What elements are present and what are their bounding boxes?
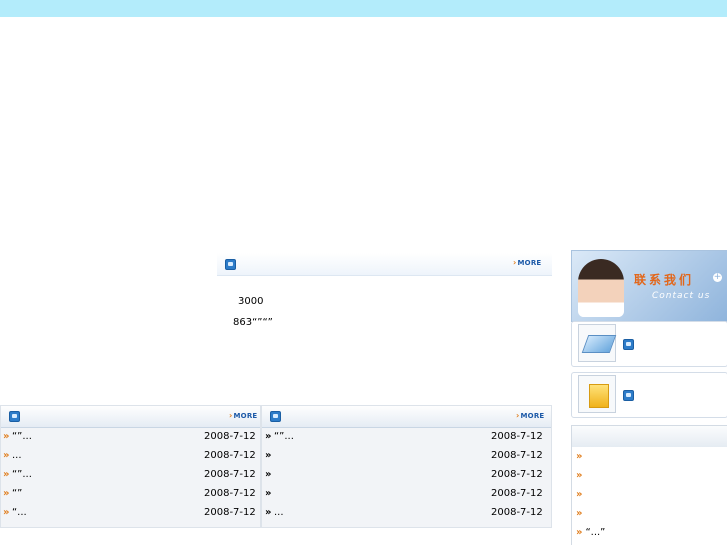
list-bullet-icon: » — [576, 470, 583, 481]
intro-more-link[interactable]: MORE — [513, 258, 542, 267]
folder-thumbnail — [578, 375, 616, 413]
folder-icon — [589, 384, 609, 408]
news-title[interactable]: “... — [12, 507, 27, 518]
help-item-label[interactable]: “...” — [585, 527, 605, 538]
news-right-header: MORE — [262, 406, 551, 428]
news-title[interactable]: ... — [274, 507, 284, 518]
side-link-card-2[interactable] — [571, 372, 727, 418]
news-date: 2008-7-12 — [491, 507, 543, 518]
news-date: 2008-7-12 — [491, 488, 543, 499]
list-bullet-icon: » — [3, 431, 10, 442]
contact-title-cn: 联系我们 — [634, 273, 695, 287]
contact-title-en: Contact us — [652, 291, 711, 301]
side-link-card-1[interactable] — [571, 321, 727, 367]
list-bullet-icon: » — [265, 507, 272, 518]
news-date: 2008-7-12 — [491, 469, 543, 480]
list-bullet-icon: » — [576, 489, 583, 500]
news-title[interactable]: “”... — [12, 431, 32, 442]
news-date: 2008-7-12 — [204, 469, 256, 480]
news-date: 2008-7-12 — [491, 431, 543, 442]
news-date: 2008-7-12 — [204, 507, 256, 518]
news-right-more-link[interactable]: MORE — [516, 411, 545, 420]
list-item[interactable]: » “”... 2008-7-12 — [265, 430, 545, 448]
help-list: » » » » » “...” — [571, 447, 727, 545]
news-date: 2008-7-12 — [204, 450, 256, 461]
section-title-icon — [623, 390, 634, 401]
list-bullet-icon: » — [576, 508, 583, 519]
news-title[interactable]: “” — [12, 488, 22, 499]
list-bullet-icon: » — [576, 451, 583, 462]
news-title[interactable]: ... — [12, 450, 22, 461]
news-date: 2008-7-12 — [491, 450, 543, 461]
list-item[interactable]: » “”... 2008-7-12 — [3, 430, 256, 448]
list-bullet-icon: » — [265, 488, 272, 499]
news-date: 2008-7-12 — [204, 431, 256, 442]
list-item[interactable]: » 2008-7-12 — [265, 468, 545, 486]
section-title-icon — [9, 411, 20, 422]
section-title-icon — [623, 339, 634, 350]
intro-text-line-2: 3000 — [238, 296, 264, 307]
list-bullet-icon: » — [3, 450, 10, 461]
list-item[interactable]: » — [576, 489, 585, 500]
list-item[interactable]: » “... 2008-7-12 — [3, 506, 256, 524]
list-bullet-icon: » — [3, 488, 10, 499]
intro-text-line-3: 863“”“” — [233, 317, 273, 328]
news-left-header: MORE — [1, 406, 260, 428]
list-bullet-icon: » — [265, 431, 272, 442]
news-left-more-link[interactable]: MORE — [229, 411, 258, 420]
list-item[interactable]: » — [576, 508, 585, 519]
list-item[interactable]: » “”... 2008-7-12 — [3, 468, 256, 486]
list-item[interactable]: » ... 2008-7-12 — [265, 506, 545, 524]
laptop-thumbnail — [578, 324, 617, 362]
plus-icon: + — [713, 272, 722, 282]
list-item[interactable]: » 2008-7-12 — [265, 449, 545, 467]
list-bullet-icon: » — [265, 469, 272, 480]
news-date: 2008-7-12 — [204, 488, 256, 499]
list-item[interactable]: » — [576, 470, 585, 481]
list-item[interactable]: » ... 2008-7-12 — [3, 449, 256, 467]
news-title[interactable]: “”... — [12, 469, 32, 480]
list-item[interactable]: » “” 2008-7-12 — [3, 487, 256, 505]
laptop-icon — [581, 335, 617, 353]
list-item[interactable]: » 2008-7-12 — [265, 487, 545, 505]
list-bullet-icon: » — [576, 527, 583, 538]
section-title-icon — [270, 411, 281, 422]
list-bullet-icon: » — [265, 450, 272, 461]
news-title[interactable]: “”... — [274, 431, 294, 442]
customer-service-photo — [578, 259, 624, 317]
list-item[interactable]: » — [576, 451, 585, 462]
contact-us-banner[interactable]: 联系我们 Contact us + — [571, 250, 727, 322]
list-bullet-icon: » — [3, 469, 10, 480]
intro-header: MORE — [217, 253, 552, 276]
top-banner-strip — [0, 0, 727, 17]
help-header — [571, 425, 727, 449]
section-title-icon — [225, 259, 236, 270]
list-item[interactable]: » “...” — [576, 527, 605, 538]
list-bullet-icon: » — [3, 507, 10, 518]
